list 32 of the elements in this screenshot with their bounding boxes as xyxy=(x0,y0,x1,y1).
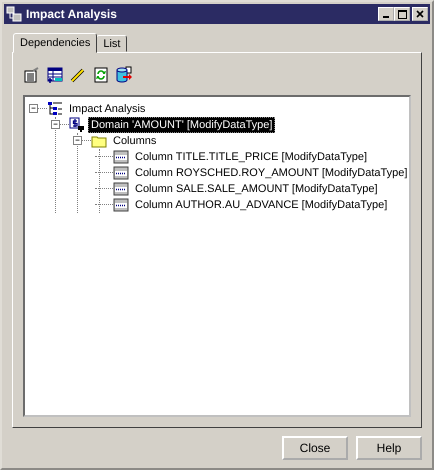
tree-item[interactable]: Columns xyxy=(110,133,160,149)
hierarchy-icon xyxy=(47,101,63,117)
domain-icon xyxy=(69,117,85,133)
close-icon xyxy=(416,10,424,18)
tree-item[interactable]: Column ROYSCHED.ROY_AMOUNT [ModifyDataType] xyxy=(132,165,410,181)
tree-item[interactable]: Column SALE.SALE_AMOUNT [ModifyDataType] xyxy=(132,181,381,197)
database-icon[interactable] xyxy=(115,66,133,84)
tree-item[interactable]: Column TITLE.TITLE_PRICE [ModifyDataType] xyxy=(132,149,370,165)
tab[interactable]: Dependencies xyxy=(13,33,98,53)
window-title: Impact Analysis xyxy=(26,7,118,21)
minimize-button[interactable] xyxy=(378,7,394,21)
refresh-icon[interactable] xyxy=(92,66,110,84)
maximize-icon xyxy=(398,10,406,18)
maximize-button[interactable] xyxy=(394,7,410,21)
tree-item[interactable]: Domain 'AMOUNT' [ModifyDataType] xyxy=(88,117,276,133)
column-icon xyxy=(113,165,129,181)
dialog-button[interactable]: Close xyxy=(282,436,348,460)
column-icon xyxy=(113,197,129,213)
tree-item[interactable]: Column AUTHOR.AU_ADVANCE [ModifyDataType] xyxy=(132,197,390,213)
table-icon[interactable] xyxy=(46,66,64,84)
tree-item[interactable]: Impact Analysis xyxy=(66,101,148,117)
dialog-button[interactable]: Help xyxy=(356,436,422,460)
column-icon xyxy=(113,181,129,197)
properties-icon[interactable] xyxy=(23,66,41,84)
collapse-icon[interactable] xyxy=(73,136,82,145)
tab[interactable]: List xyxy=(96,35,128,52)
collapse-icon[interactable] xyxy=(29,104,38,113)
app-icon xyxy=(6,6,22,22)
collapse-icon[interactable] xyxy=(51,120,60,129)
pencil-icon[interactable] xyxy=(69,66,87,84)
close-button[interactable] xyxy=(412,7,428,21)
column-icon xyxy=(113,149,129,165)
